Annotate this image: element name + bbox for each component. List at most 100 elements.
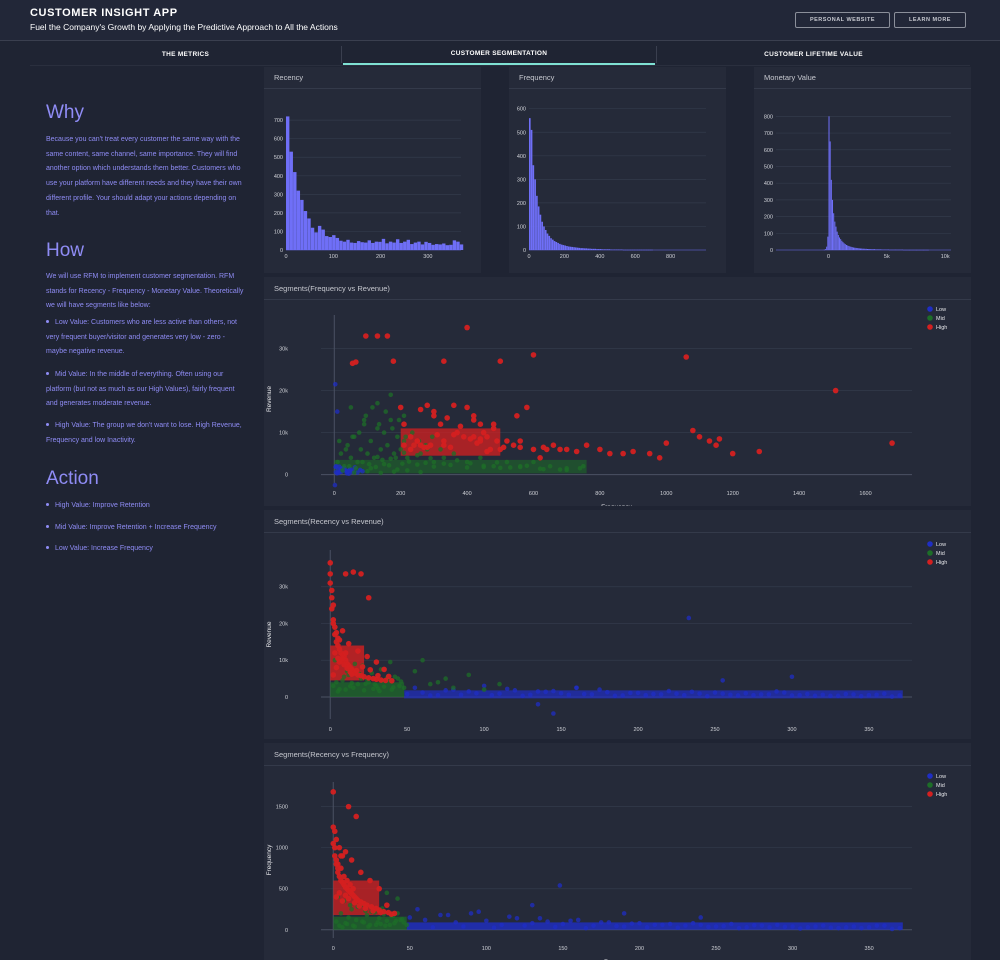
y-tick-label: 300 bbox=[764, 198, 773, 204]
data-point-low bbox=[568, 918, 573, 924]
data-point-mid bbox=[347, 684, 353, 689]
tab-customer-segmentation[interactable]: CUSTOMER SEGMENTATION bbox=[343, 44, 655, 65]
data-point-low bbox=[658, 692, 664, 697]
data-point-mid bbox=[337, 686, 342, 692]
y-tick-label: 700 bbox=[764, 131, 773, 137]
learn-more-button[interactable]: LEARN MORE bbox=[894, 12, 966, 28]
y-tick-label: 100 bbox=[764, 231, 773, 237]
recency-revenue-scatter[interactable]: 010k20k30k050100150200250300350RecencyRe… bbox=[264, 533, 971, 739]
data-point-high bbox=[431, 413, 437, 419]
data-point-mid bbox=[370, 405, 375, 410]
data-point-mid bbox=[451, 685, 456, 691]
data-point-high bbox=[330, 620, 337, 627]
data-point-mid bbox=[420, 657, 425, 663]
data-point-high bbox=[336, 890, 343, 896]
y-tick-label: 200 bbox=[274, 211, 283, 217]
data-point-low bbox=[333, 464, 338, 470]
data-point-mid bbox=[376, 421, 382, 427]
data-point-mid bbox=[400, 461, 405, 466]
data-point-high bbox=[342, 650, 349, 656]
action-item-text: Mid Value: Improve Retention + Increase … bbox=[55, 524, 217, 531]
y-tick-label: 10k bbox=[279, 658, 288, 664]
histogram-bar bbox=[296, 190, 301, 250]
data-point-high bbox=[336, 637, 343, 643]
data-point-high bbox=[376, 885, 382, 892]
data-point-mid bbox=[429, 434, 435, 440]
histogram-bar bbox=[854, 247, 856, 250]
data-point-low bbox=[430, 925, 436, 930]
data-point-low bbox=[721, 923, 726, 929]
data-point-low bbox=[468, 911, 474, 916]
data-point-low bbox=[574, 685, 579, 691]
histogram-bar bbox=[566, 245, 568, 250]
tab-customer-lifetime-value[interactable]: CUSTOMER LIFETIME VALUE bbox=[657, 44, 970, 65]
data-point-mid bbox=[547, 463, 553, 469]
data-point-high bbox=[384, 333, 391, 339]
recency-histogram[interactable]: 0 100 200 300 400 500 600 700 0 100 200 300 bbox=[264, 89, 481, 273]
data-point-low bbox=[404, 691, 410, 697]
data-point-high bbox=[375, 672, 381, 679]
data-point-mid bbox=[372, 682, 378, 687]
data-point-low bbox=[735, 693, 741, 698]
data-point-mid bbox=[358, 447, 364, 452]
data-point-low bbox=[443, 688, 448, 693]
data-point-mid bbox=[393, 455, 399, 461]
data-point-mid bbox=[350, 434, 355, 440]
monetary-histogram[interactable]: 0 100 200 300 400 500 600 700 800 0 5k 10k bbox=[754, 89, 971, 273]
data-point-mid bbox=[388, 392, 394, 398]
histogram-bar bbox=[303, 211, 308, 250]
data-point-mid bbox=[381, 684, 387, 689]
data-point-high bbox=[388, 911, 395, 917]
data-point-low bbox=[820, 692, 826, 698]
how-item-text: High Value: The group we don't want to l… bbox=[46, 422, 242, 444]
y-tick-label: 300 bbox=[274, 192, 283, 198]
data-point-low bbox=[497, 691, 502, 696]
data-point-low bbox=[674, 691, 679, 696]
data-point-high bbox=[345, 803, 352, 810]
data-point-low bbox=[522, 923, 527, 928]
data-point-high bbox=[573, 448, 580, 455]
y-tick-label: 600 bbox=[517, 107, 526, 113]
frequency-histogram[interactable]: 0 100 200 300 400 500 600 0 200 400 600 800 bbox=[509, 89, 726, 273]
data-point-mid bbox=[347, 902, 353, 908]
data-point-high bbox=[336, 844, 343, 851]
data-point-mid bbox=[363, 681, 368, 687]
data-point-low bbox=[782, 924, 788, 930]
data-point-high bbox=[477, 436, 484, 442]
data-point-high bbox=[537, 455, 543, 461]
data-point-low bbox=[598, 920, 604, 925]
data-point-high bbox=[367, 877, 373, 884]
histogram-bar bbox=[562, 245, 565, 250]
frequency-revenue-scatter[interactable]: 0 10k 20k 30k 0 200 400 600 800 1000 1200 1400 1600 F… bbox=[264, 300, 971, 506]
data-point-low bbox=[797, 926, 803, 931]
data-point-mid bbox=[504, 459, 510, 465]
recency-revenue-panel: Segments(Recency vs Revenue) 0 10k 20k 30k 0… bbox=[264, 510, 971, 739]
bullet-icon bbox=[46, 422, 49, 426]
y-tick-label: 200 bbox=[764, 215, 773, 221]
data-point-low bbox=[751, 692, 756, 698]
data-point-mid bbox=[401, 450, 407, 456]
data-point-low bbox=[543, 689, 549, 695]
y-tick-label: 300 bbox=[517, 177, 526, 183]
histogram-bar bbox=[841, 240, 843, 250]
data-point-mid bbox=[349, 906, 354, 912]
personal-website-button[interactable]: PERSONAL WEBSITE bbox=[795, 12, 890, 28]
histogram-bar bbox=[392, 242, 396, 250]
x-tick-label: 5k bbox=[884, 254, 890, 260]
legend-marker-high bbox=[927, 791, 933, 797]
data-point-low bbox=[491, 925, 497, 931]
data-point-mid bbox=[441, 461, 447, 466]
data-point-high bbox=[417, 406, 424, 413]
data-point-low bbox=[759, 923, 765, 928]
data-point-mid bbox=[346, 915, 351, 920]
data-point-mid bbox=[464, 465, 470, 470]
tab-the-metrics[interactable]: THE METRICS bbox=[30, 44, 341, 65]
recency-frequency-scatter[interactable]: 050010001500050100150200250300350Recency… bbox=[264, 766, 971, 960]
bullet-icon bbox=[46, 545, 49, 549]
data-point-low bbox=[583, 925, 589, 931]
data-point-low bbox=[743, 690, 749, 696]
data-point-high bbox=[365, 594, 372, 601]
data-point-high bbox=[356, 903, 363, 909]
data-point-high bbox=[583, 442, 590, 448]
data-point-mid bbox=[414, 462, 420, 467]
